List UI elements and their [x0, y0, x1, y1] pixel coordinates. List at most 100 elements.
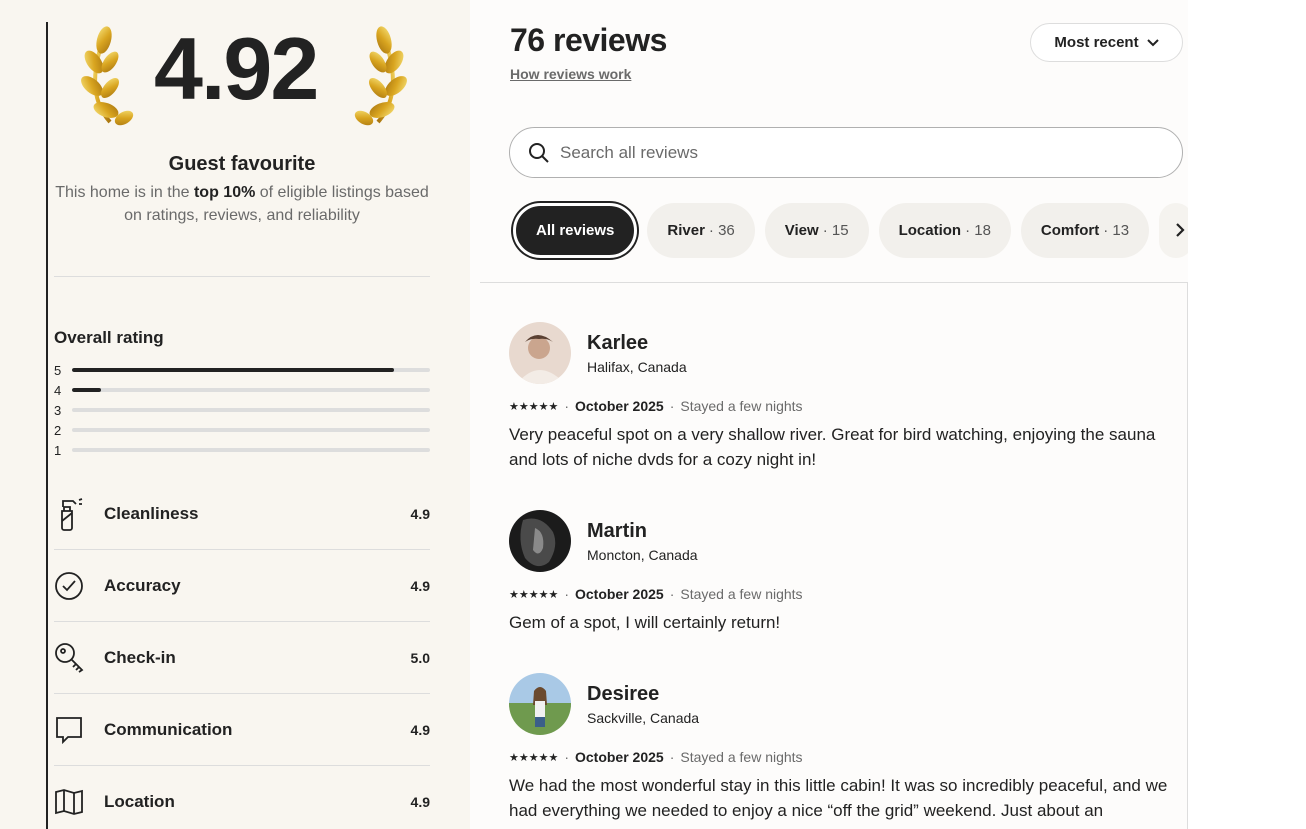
separator: · [564, 749, 569, 765]
review-header: Karlee Halifax, Canada [509, 322, 1199, 384]
star-level: 4 [54, 382, 62, 398]
avatar[interactable] [509, 673, 571, 735]
bar-fill [72, 388, 101, 392]
star-level: 1 [54, 442, 62, 458]
star-level: 3 [54, 402, 62, 418]
rating-bar-row: 1 [54, 440, 430, 460]
star-rating: ★★★★★ [509, 588, 559, 601]
separator: · [669, 586, 675, 602]
chip-comfort[interactable]: Comfort · 13 [1020, 202, 1150, 258]
category-accuracy: Accuracy 4.9 [54, 550, 430, 622]
overall-rating-label: Overall rating [54, 328, 164, 347]
category-name: Accuracy [104, 575, 181, 595]
separator: · [564, 398, 569, 414]
bar-track [72, 388, 430, 392]
sort-dropdown[interactable]: Most recent [1030, 23, 1183, 62]
bar-track [72, 428, 430, 432]
review-date: October 2025 [574, 749, 664, 765]
reviewer-location: Halifax, Canada [587, 358, 687, 375]
reviewer-name: Martin [587, 519, 647, 542]
chat-bubble-icon [54, 710, 104, 750]
review-list: Karlee Halifax, Canada ★★★★★ · October 2… [509, 322, 1199, 829]
review-text: Very peaceful spot on a very shallow riv… [509, 425, 1156, 469]
star-level: 5 [54, 362, 62, 378]
chip-location[interactable]: Location · 18 [878, 202, 1011, 258]
reviews-count-title: 76 reviews [510, 22, 667, 58]
reviewer-location: Sackville, Canada [587, 709, 700, 726]
chip-river[interactable]: River · 36 [647, 202, 755, 258]
reviewer-location: Moncton, Canada [587, 546, 698, 563]
chip-count: · 15 [822, 221, 849, 239]
guest-favourite-title: Guest favourite [168, 153, 316, 175]
avatar[interactable] [509, 322, 571, 384]
review-item: Karlee Halifax, Canada ★★★★★ · October 2… [509, 322, 1199, 472]
category-location: Location 4.9 [54, 766, 430, 829]
check-circle-icon [54, 566, 104, 606]
search-input[interactable] [560, 142, 1140, 163]
chip-label: All reviews [536, 221, 615, 239]
chip-count: · 13 [1103, 221, 1130, 239]
category-value: 5.0 [410, 649, 430, 666]
rating-distribution: 5 4 3 2 1 [54, 360, 430, 460]
guest-favourite-badge: 4.92 [80, 16, 410, 136]
category-value: 4.9 [410, 577, 430, 594]
search-reviews-field[interactable] [509, 127, 1183, 178]
how-reviews-work-link[interactable]: How reviews work [510, 66, 631, 82]
panel-edge-line [46, 22, 48, 829]
rating-bar-row: 5 [54, 360, 430, 380]
separator: · [564, 586, 569, 602]
rating-bar-row: 2 [54, 420, 430, 440]
separator: · [669, 398, 675, 414]
separator: · [669, 749, 675, 765]
subtitle-bold: top 10% [193, 184, 256, 201]
review-item: Desiree Sackville, Canada ★★★★★ · Octobe… [509, 673, 1199, 823]
stay-length: Stayed a few nights [680, 586, 803, 602]
guest-favourite-subtitle: This home is in the top 10% of eligible … [54, 181, 430, 227]
review-meta: ★★★★★ · October 2025 · Stayed a few nigh… [509, 398, 1199, 414]
category-name: Cleanliness [104, 503, 199, 523]
review-item: Martin Moncton, Canada ★★★★★ · October 2… [509, 510, 1199, 635]
review-meta: ★★★★★ · October 2025 · Stayed a few nigh… [509, 749, 1199, 765]
category-value: 4.9 [410, 794, 430, 810]
reviewer-name: Karlee [587, 331, 649, 354]
review-text: We had the most wonderful stay in this l… [509, 776, 1168, 820]
category-check-in: Check-in 5.0 [54, 622, 430, 694]
review-header: Desiree Sackville, Canada [509, 673, 1199, 735]
sort-label: Most recent [1054, 34, 1139, 51]
chevron-down-icon [1146, 38, 1159, 46]
category-name: Communication [104, 719, 233, 739]
rating-bar-row: 4 [54, 380, 430, 400]
chip-view[interactable]: View · 15 [764, 202, 869, 258]
chip-all-reviews[interactable]: All reviews [513, 202, 638, 258]
avatar[interactable] [509, 510, 571, 572]
category-communication: Communication 4.9 [54, 694, 430, 766]
chip-count: · 18 [965, 221, 991, 239]
subtitle-pre: This home is in the [55, 184, 194, 201]
bar-track [72, 448, 430, 452]
laurel-left-icon [81, 26, 134, 126]
review-header: Martin Moncton, Canada [509, 510, 1199, 572]
chip-label: River [667, 221, 705, 239]
chevron-right-icon [1176, 223, 1185, 237]
map-icon [54, 782, 104, 822]
divider [54, 276, 430, 277]
category-value: 4.9 [410, 721, 430, 738]
chip-label: View [784, 221, 819, 239]
star-rating: ★★★★★ [509, 400, 559, 413]
overall-rating-value: 4.92 [154, 19, 319, 118]
spray-bottle-icon [54, 494, 104, 534]
chip-count: · 36 [708, 221, 735, 239]
laurel-right-icon [354, 26, 407, 126]
bar-track [72, 368, 430, 372]
bar-fill [72, 368, 395, 372]
review-meta: ★★★★★ · October 2025 · Stayed a few nigh… [509, 586, 1199, 602]
review-date: October 2025 [574, 398, 664, 414]
stay-length: Stayed a few nights [680, 749, 803, 765]
page-margin [1188, 0, 1306, 829]
review-filter-chips: All reviews River · 36 View · 15 Location ·… [513, 200, 1193, 260]
chip-label: Comfort [1040, 221, 1100, 239]
category-name: Check-in [104, 647, 176, 667]
review-text: Gem of a spot, I will certainly return! [509, 613, 781, 632]
stay-length: Stayed a few nights [680, 398, 803, 414]
rating-summary-panel: 4.92 Guest favourite This home is in the… [0, 0, 470, 829]
